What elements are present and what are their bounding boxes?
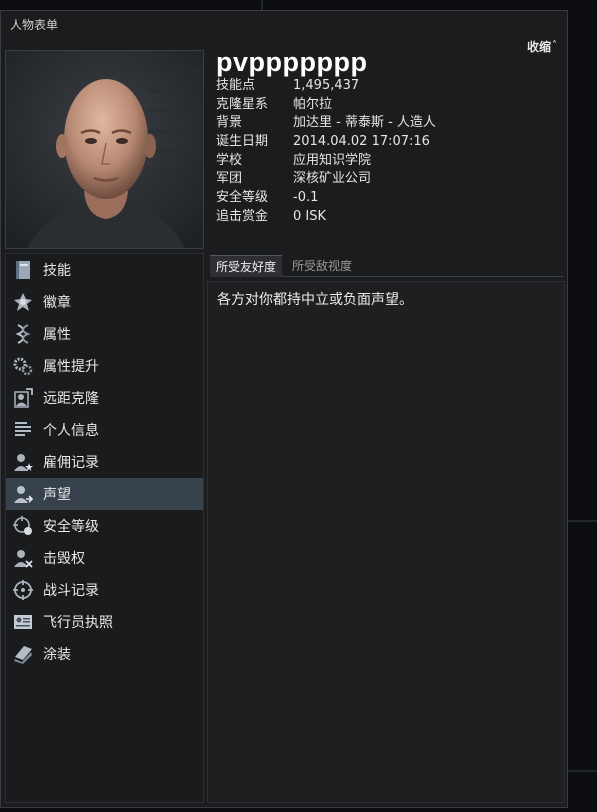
character-name: pvppppppp: [216, 47, 368, 77]
info-value: -0.1: [293, 190, 319, 206]
sidebar-item-label: 雇佣记录: [43, 455, 99, 471]
clone-icon: [11, 386, 35, 410]
info-row-background: 背景 加达里 - 蒂泰斯 - 人造人: [216, 114, 556, 133]
info-value[interactable]: 深核矿业公司: [293, 170, 371, 189]
sidebar-item-employment-history[interactable]: 雇佣记录: [6, 446, 203, 478]
info-label: 安全等级: [216, 190, 269, 206]
character-portrait[interactable]: [5, 50, 204, 249]
sidebar-item-attributes[interactable]: 属性: [6, 318, 203, 350]
window-title-bar[interactable]: 人物表单: [1, 11, 567, 37]
info-row-clone-system: 克隆星系 帕尔拉: [216, 96, 556, 115]
sidebar-item-label: 声望: [43, 487, 71, 503]
sidebar-item-skins[interactable]: 涂装: [6, 638, 203, 670]
person-x-icon: [11, 546, 35, 570]
sidebar-item-label: 远距克隆: [43, 391, 99, 407]
sidebar-item-label: 属性提升: [43, 359, 99, 375]
sidebar-item-label: 战斗记录: [43, 583, 99, 599]
skillbook-icon: [11, 258, 35, 282]
sidebar-item-kill-rights[interactable]: 击毁权: [6, 542, 203, 574]
standings-content-panel: 各方对你都持中立或负面声望。: [207, 281, 565, 803]
window-title: 人物表单: [10, 18, 59, 32]
character-sheet-window: 人物表单 收缩˄ pvppppppp 技能点 1,495,437 克隆星系 帕尔…: [0, 10, 568, 808]
character-info: pvppppppp 技能点 1,495,437 克隆星系 帕尔拉 背景 加达里 - 蒂…: [216, 47, 556, 227]
info-value[interactable]: 应用知识学院: [293, 152, 371, 171]
sidebar-item-security-status[interactable]: 安全等级: [6, 510, 203, 542]
sidebar-item-label: 击毁权: [43, 551, 85, 567]
sidebar-item-label: 涂装: [43, 647, 71, 663]
info-value: 0 ISK: [293, 208, 327, 224]
gears-icon: [11, 354, 35, 378]
person-star-icon: [11, 450, 35, 474]
sidebar-item-pilot-license[interactable]: 飞行员执照: [6, 606, 203, 638]
info-row-security-status: 安全等级 -0.1: [216, 189, 556, 208]
sidebar-item-label: 徽章: [43, 295, 71, 311]
dna-icon: [11, 322, 35, 346]
sidebar-item-jump-clones[interactable]: 远距克隆: [6, 382, 203, 414]
sidebar-item-label: 安全等级: [43, 519, 99, 535]
info-label: 军团: [216, 171, 243, 187]
sidebar-item-bio[interactable]: 个人信息: [6, 414, 203, 446]
person-arrow-icon: [11, 482, 35, 506]
sidebar-item-implants[interactable]: 属性提升: [6, 350, 203, 382]
license-icon: [11, 610, 35, 634]
info-label: 克隆星系: [216, 96, 269, 112]
info-value[interactable]: 帕尔拉: [293, 96, 332, 115]
sidebar-item-label: 飞行员执照: [43, 615, 113, 631]
sidebar-item-label: 技能: [43, 263, 71, 279]
info-row-corporation: 军团 深核矿业公司: [216, 170, 556, 189]
medal-icon: [11, 290, 35, 314]
info-label: 追击赏金: [216, 208, 269, 224]
sidebar-item-label: 个人信息: [43, 423, 99, 439]
info-label: 背景: [216, 115, 243, 131]
target-icon: [11, 578, 35, 602]
info-value: 加达里 - 蒂泰斯 - 人造人: [293, 115, 436, 131]
tab-standings-received-positive[interactable]: 所受友好度: [210, 255, 283, 277]
info-row-school: 学校 应用知识学院: [216, 152, 556, 171]
crosshair-gear-icon: [11, 514, 35, 538]
sidebar-item-label: 属性: [43, 327, 71, 343]
info-value: 1,495,437: [293, 78, 360, 93]
sidebar-item-medals[interactable]: 徽章: [6, 286, 203, 318]
sidebar-item-standings[interactable]: 声望: [6, 478, 203, 510]
info-row-birthday: 诞生日期 2014.04.02 17:07:16: [216, 133, 556, 152]
document-lines-icon: [11, 418, 35, 442]
info-label: 学校: [216, 152, 243, 168]
sidebar-nav: 技能 徽章 属性 属性提升 远距克隆 个人信息 雇佣记录 声望 安全等级 击毁权…: [5, 253, 204, 803]
sidebar-item-combat-log[interactable]: 战斗记录: [6, 574, 203, 606]
info-label: 诞生日期: [216, 134, 269, 150]
info-row-skillpoints: 技能点 1,495,437: [216, 77, 556, 96]
paint-icon: [11, 642, 35, 666]
standings-tabs: 所受友好度 所受敌视度: [210, 253, 564, 277]
info-row-bounty: 追击赏金 0 ISK: [216, 208, 556, 227]
info-value: 2014.04.02 17:07:16: [293, 134, 430, 150]
info-label: 技能点: [216, 78, 256, 93]
sidebar-item-skills[interactable]: 技能: [6, 254, 203, 286]
empty-standings-message: 各方对你都持中立或负面声望。: [217, 292, 413, 308]
tab-standings-received-negative[interactable]: 所受敌视度: [286, 255, 358, 277]
